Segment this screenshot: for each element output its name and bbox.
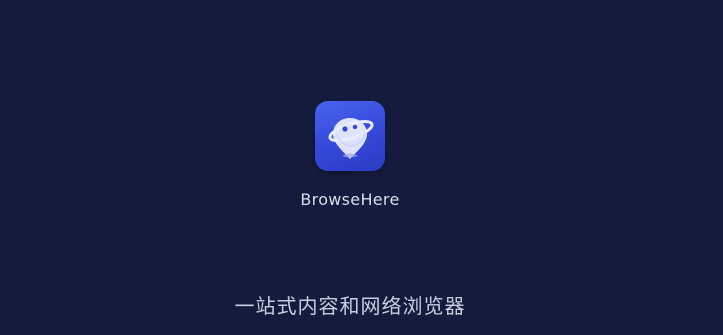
app-tagline: 一站式内容和网络浏览器: [234, 294, 466, 318]
splash-screen: BrowseHere 一站式内容和网络浏览器: [0, 0, 723, 335]
app-logo: [315, 101, 385, 171]
planet-location-icon: [328, 118, 374, 159]
app-name: BrowseHere: [300, 190, 400, 209]
